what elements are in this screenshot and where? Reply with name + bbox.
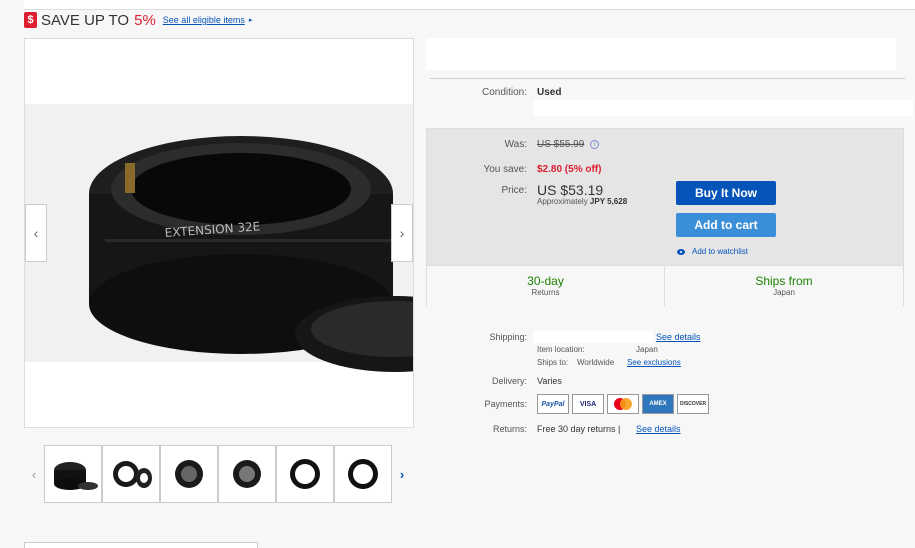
delivery-value: Varies [537,376,562,386]
description-tabs[interactable] [24,542,258,548]
chevron-left-icon: ‹ [31,466,37,482]
info-icon[interactable]: i [590,139,600,149]
promo-text: SAVE UP TO [41,11,130,29]
thumbnail-4[interactable] [218,445,276,503]
discover-icon: DISCOVER [677,394,709,414]
chevron-left-icon: ‹ [33,225,39,241]
returns-see-details-link[interactable]: See details [636,424,681,434]
was-price: US $55.99 i [537,139,600,150]
thumb-prev-button[interactable]: ‹ [24,467,44,482]
arrow-right-icon: ▸ [248,17,253,24]
promo-banner: $ SAVE UP TO 5% See all eligible items ▸ [24,10,252,30]
was-label: Was: [504,139,527,150]
returns-caption: Returns [531,288,560,297]
thumbnail-2[interactable] [102,445,160,503]
previous-image-button[interactable]: ‹ [25,204,47,262]
you-save-value: $2.80 (5% off) [537,164,602,175]
approx-price: Approximately JPY 5,628 [537,197,628,206]
price-panel: Was: US $55.99 i You save: $2.80 (5% off)… [426,128,904,306]
ships-to-label: Ships to: [537,358,569,367]
condition-description-box [533,100,913,116]
condition-value: Used [537,87,562,98]
main-product-image[interactable]: EXTENSION 32E ‹ › [24,38,414,428]
divider [430,78,905,79]
ships-to-value: Worldwide [577,358,615,367]
payment-methods: PayPal VISA AMEX DISCOVER [537,394,712,414]
delivery-label: Delivery: [491,376,527,386]
thumbnail-image [113,461,152,488]
ships-from-feature: Ships from Japan [665,265,903,306]
thumbnail-image [175,460,203,488]
thumbnail-5[interactable] [276,445,334,503]
item-location-value: Japan [636,345,658,354]
thumb-next-button[interactable]: › [392,467,412,482]
lens-extension-image: EXTENSION 32E [25,39,413,427]
shipping-see-details-link[interactable]: See details [656,332,701,342]
thumbnail-image [348,459,378,489]
returns-days: 30-day [527,274,564,288]
item-title-box [426,38,896,70]
payments-label: Payments: [484,399,527,409]
chevron-right-icon: › [399,466,405,482]
buy-it-now-button[interactable]: Buy It Now [676,181,776,205]
thumbnail-image [233,460,261,488]
promo-percent: 5% [134,11,156,29]
shipping-cost-box [533,331,653,343]
see-exclusions-link[interactable]: See exclusions [627,358,681,367]
returns-value: Free 30 day returns | [537,424,621,434]
add-to-cart-button[interactable]: Add to cart [676,213,776,237]
condition-label: Condition: [481,87,527,98]
price-label: Price: [501,185,527,196]
next-image-button[interactable]: › [391,204,413,262]
see-all-eligible-link[interactable]: See all eligible items [163,15,245,25]
ships-from-country: Japan [773,288,795,297]
you-save-label: You save: [483,164,527,175]
thumbnail-image [290,459,320,489]
returns-feature: 30-day Returns [427,265,665,306]
thumbnail-6[interactable] [334,445,392,503]
shipping-label: Shipping: [489,332,527,342]
thumbnail-1[interactable] [44,445,102,503]
thumbnail-3[interactable] [160,445,218,503]
thumbnail-image [54,462,98,490]
current-price: US $53.19 [537,182,604,198]
add-to-watchlist-link[interactable]: Add to watchlist [677,247,748,256]
visa-icon: VISA [572,394,604,414]
eye-icon [677,248,685,255]
paypal-icon: PayPal [537,394,569,414]
mastercard-icon [607,394,639,414]
thumbnail-strip: ‹ › [24,443,412,505]
item-location-label: Item location: [537,345,585,354]
chevron-right-icon: › [399,225,405,241]
ships-from-title: Ships from [755,274,813,288]
amex-icon: AMEX [642,394,674,414]
top-bar [24,0,915,10]
returns-label: Returns: [492,424,527,434]
promo-tag-icon: $ [24,12,37,28]
